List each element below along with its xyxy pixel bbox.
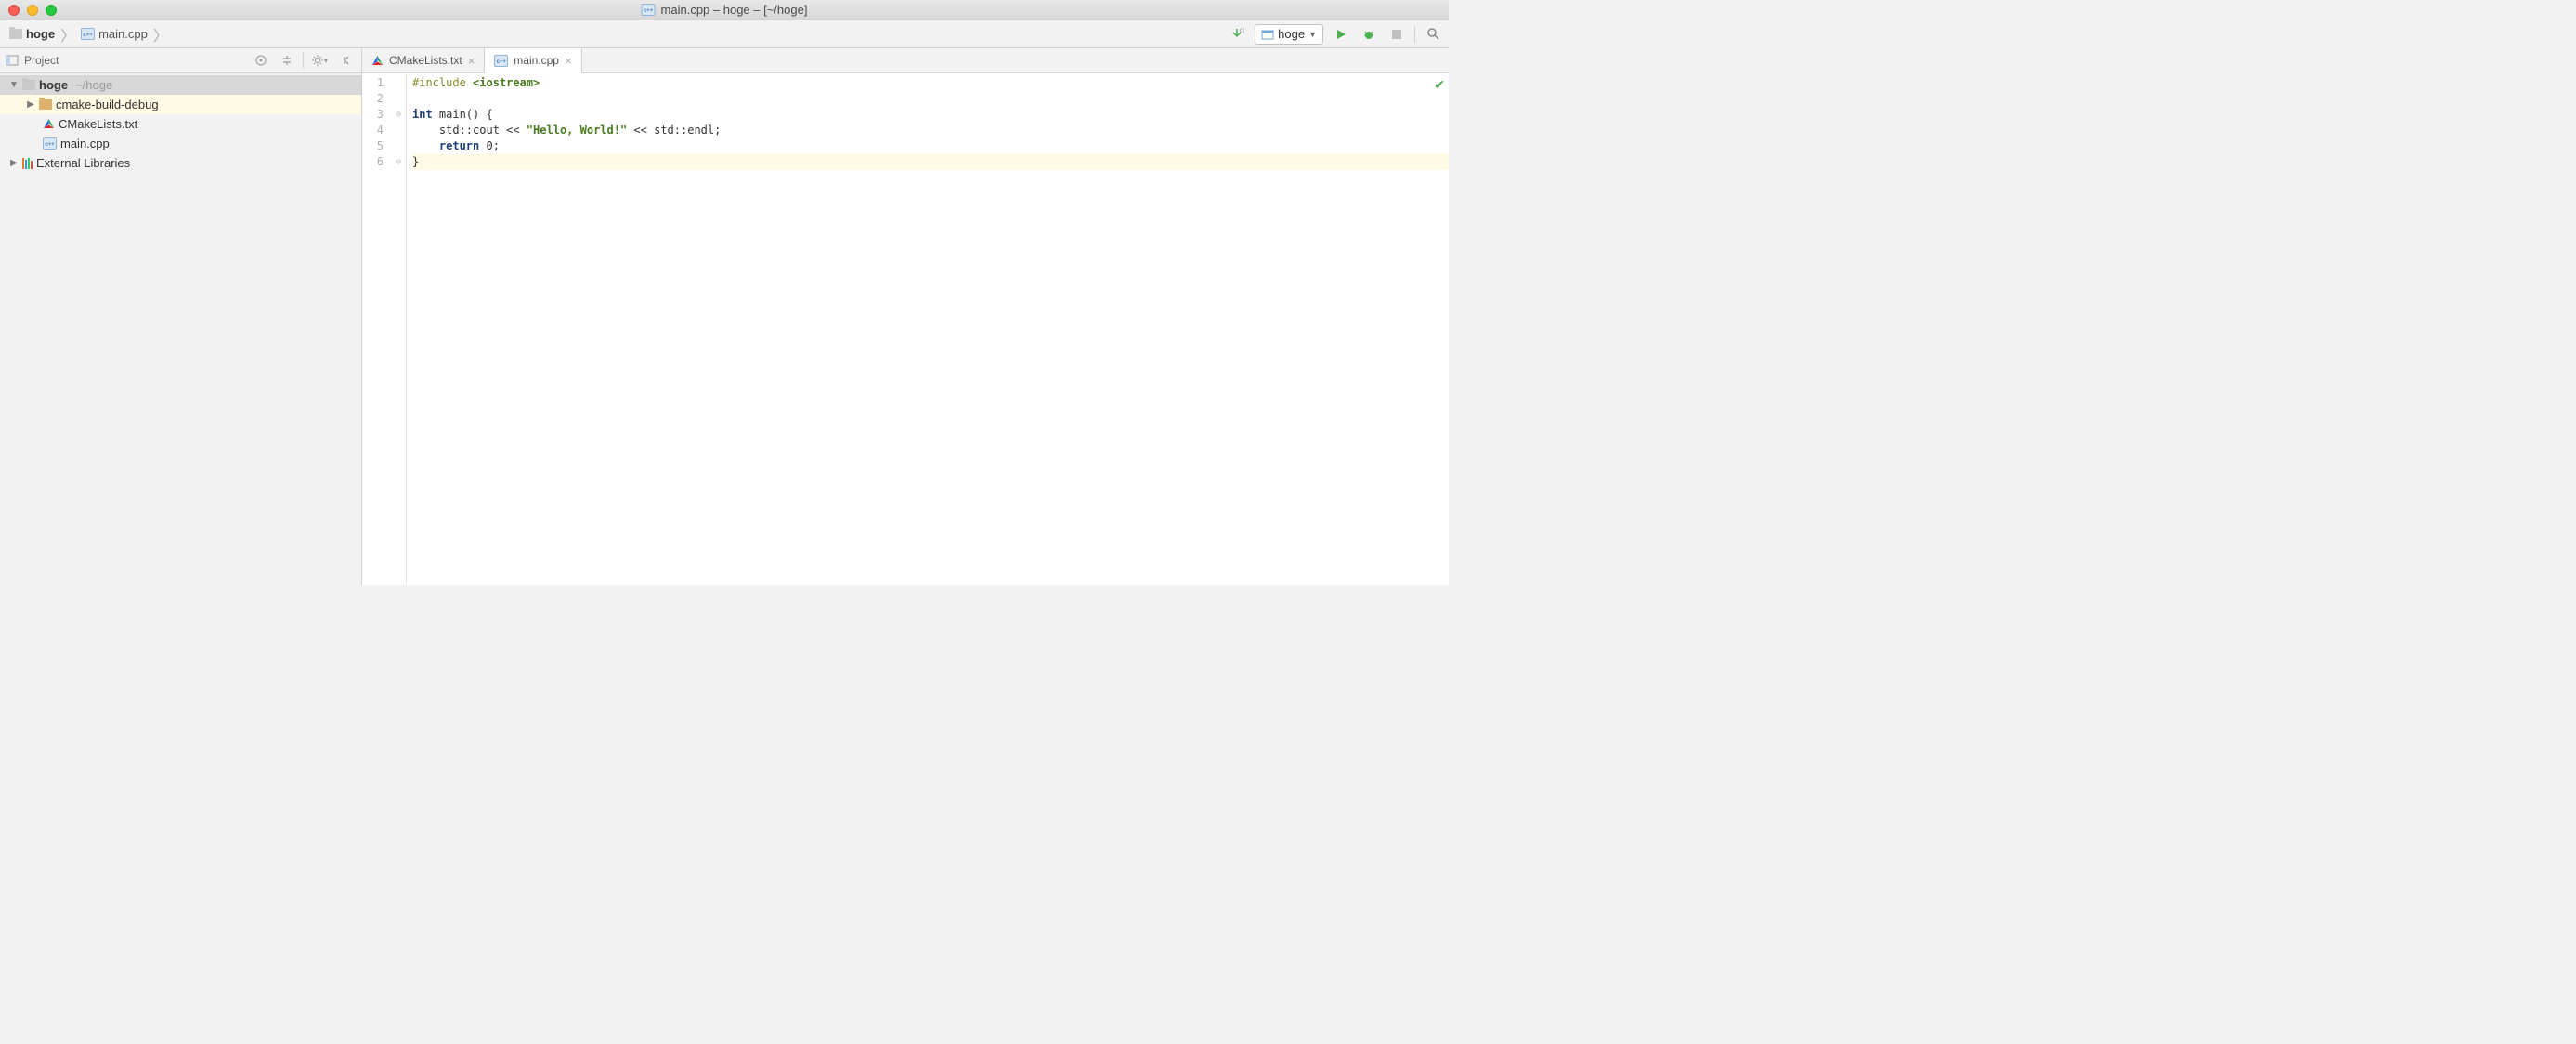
line-number: 5 [362,138,384,154]
separator [303,52,304,69]
line-number: 2 [362,91,384,107]
sidebar-header: Project ▾ [0,48,361,73]
editor-tabs: CMakeLists.txt × c++ main.cpp × [362,48,1449,73]
maximize-window-button[interactable] [46,5,57,16]
breadcrumb-root-label: hoge [26,27,55,41]
tab-label: main.cpp [514,54,559,67]
folder-icon [39,99,52,110]
tree-root[interactable]: ▼ hoge ~/hoge [0,75,361,95]
toolbar-right: 01 hoge ▼ [1227,24,1443,45]
update-project-button[interactable]: 01 [1227,24,1247,45]
settings-button[interactable]: ▾ [309,50,330,71]
tree-item-file[interactable]: c++ main.cpp [0,134,361,153]
tree-root-label: hoge [39,78,68,92]
tree-item-file[interactable]: CMakeLists.txt [0,114,361,134]
collapse-all-button[interactable] [277,50,297,71]
line-number: 6 [362,154,384,170]
library-icon [22,158,33,169]
run-config-label: hoge [1278,27,1305,41]
cpp-file-icon: c++ [642,4,656,16]
chevron-right-icon: 〉 [153,23,168,46]
tree-item-label: External Libraries [36,156,130,170]
tree-external-libraries[interactable]: ▶ External Libraries [0,153,361,173]
main-area: Project ▾ ▼ hoge ~/hoge ▶ cmake-build-de… [0,48,1449,585]
separator [1414,26,1415,43]
chevron-right-icon: ▶ [26,99,35,110]
svg-text:01: 01 [1240,29,1244,34]
cpp-file-icon: c++ [43,137,57,150]
close-tab-button[interactable]: × [565,54,572,68]
line-number: 1 [362,75,384,91]
code-line: std::cout << "Hello, World!" << std::end… [412,123,1449,138]
tab-cmakelists[interactable]: CMakeLists.txt × [362,48,485,72]
scroll-from-source-button[interactable] [251,50,271,71]
cmake-icon [43,118,55,130]
run-button[interactable] [1331,24,1351,45]
cmake-icon [371,55,384,67]
project-tree: ▼ hoge ~/hoge ▶ cmake-build-debug CMakeL… [0,73,361,173]
cpp-file-icon: c++ [81,28,95,40]
folder-icon [22,80,35,90]
sidebar-tools: ▾ [251,50,356,71]
code-line: } [412,154,1449,170]
fold-column: ⊖ ⊖ [392,75,405,170]
search-button[interactable] [1423,24,1443,45]
tree-item-label: main.cpp [60,137,110,150]
window-title-text: main.cpp – hoge – [~/hoge] [661,3,808,17]
line-number: 3 [362,107,384,123]
sidebar-title-label: Project [24,54,59,67]
minimize-window-button[interactable] [27,5,38,16]
tab-label: CMakeLists.txt [389,54,462,67]
window-title: c++ main.cpp – hoge – [~/hoge] [642,3,808,17]
folder-icon [9,29,22,39]
tree-item-folder[interactable]: ▶ cmake-build-debug [0,95,361,114]
chevron-down-icon: ▼ [9,80,19,90]
breadcrumb-file[interactable]: c++ main.cpp [77,25,151,43]
fold-end-icon[interactable]: ⊖ [392,154,405,170]
breadcrumb: hoge 〉 c++ main.cpp 〉 [6,23,168,46]
fold-start-icon[interactable]: ⊖ [392,107,405,123]
close-window-button[interactable] [8,5,20,16]
chevron-right-icon: 〉 [60,23,75,46]
titlebar: c++ main.cpp – hoge – [~/hoge] [0,0,1449,20]
code-line [412,91,1449,107]
tree-item-label: CMakeLists.txt [59,117,137,131]
code-line: return 0; [412,138,1449,154]
stop-button[interactable] [1386,24,1407,45]
run-configuration-selector[interactable]: hoge ▼ [1255,24,1323,45]
chevron-right-icon: ▶ [9,158,19,168]
inspection-ok-icon[interactable]: ✔ [1434,77,1445,93]
tree-item-label: cmake-build-debug [56,98,159,111]
sidebar-title[interactable]: Project [6,54,59,67]
code-line: int main() { [412,107,1449,123]
tab-main-cpp[interactable]: c++ main.cpp × [485,48,581,73]
code-line: #include <iostream> [412,75,1449,91]
hide-button[interactable] [335,50,356,71]
chevron-down-icon: ▼ [1308,30,1317,39]
debug-button[interactable] [1359,24,1379,45]
close-tab-button[interactable]: × [468,54,475,68]
cpp-file-icon: c++ [494,55,508,67]
breadcrumb-file-label: main.cpp [98,27,148,41]
window-controls [8,5,57,16]
editor-area: CMakeLists.txt × c++ main.cpp × 1 2 3 4 … [362,48,1449,585]
navigation-bar: hoge 〉 c++ main.cpp 〉 01 hoge ▼ [0,20,1449,48]
project-sidebar: Project ▾ ▼ hoge ~/hoge ▶ cmake-build-de… [0,48,362,585]
editor-body[interactable]: 1 2 3 4 5 6 ⊖ ⊖ #include <iostream> int … [362,73,1449,585]
tree-root-path: ~/hoge [75,78,112,92]
breadcrumb-root[interactable]: hoge [6,25,59,43]
code-editor[interactable]: #include <iostream> int main() { std::co… [407,73,1449,585]
line-number: 4 [362,123,384,138]
